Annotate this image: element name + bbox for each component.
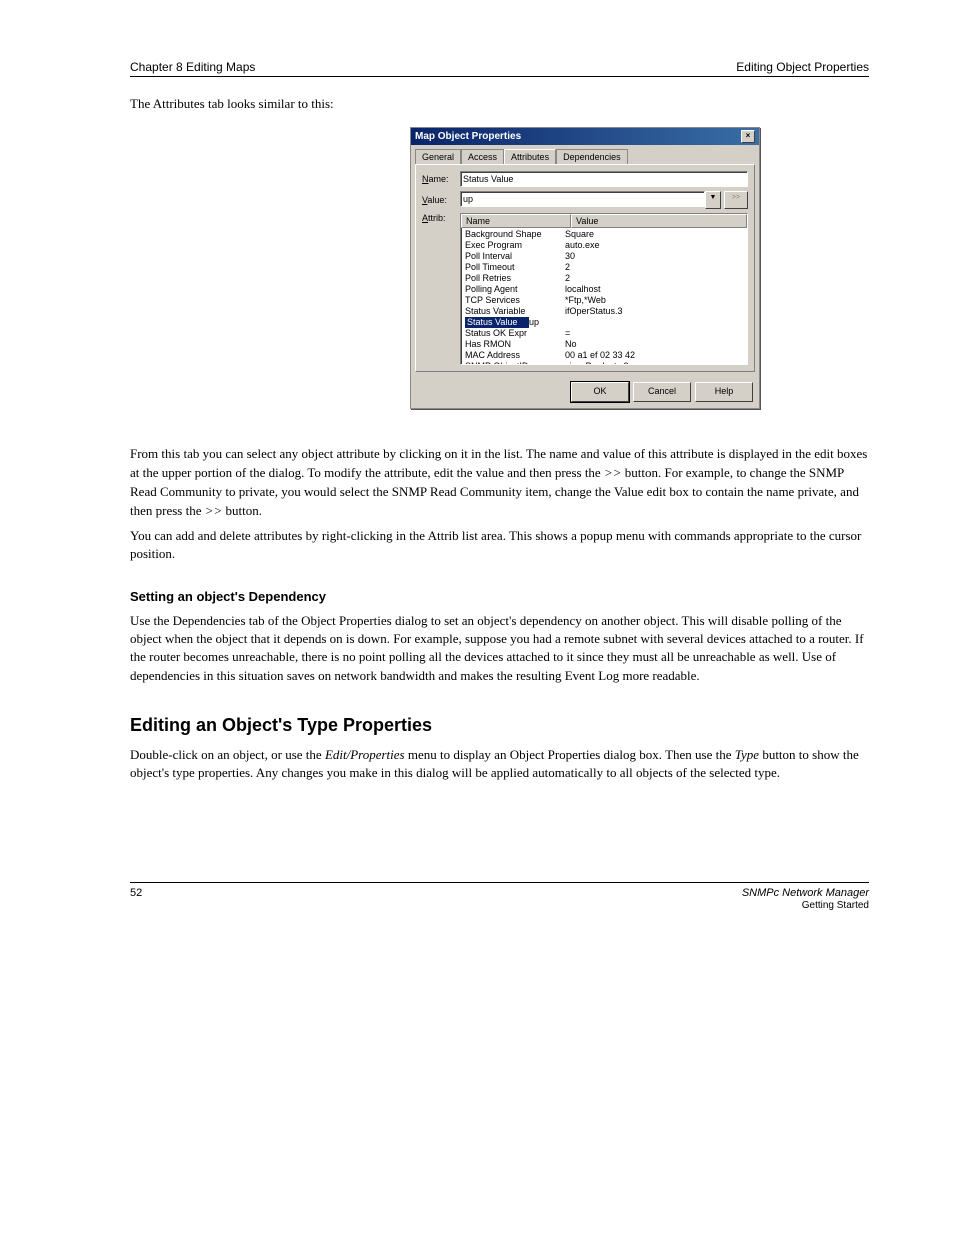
list-item-name: Has RMON xyxy=(465,339,565,350)
list-item-value: auto.exe xyxy=(565,240,743,251)
para1-c: button. xyxy=(222,503,262,518)
dialog-panel: Name: Status Value Value: up ▼ >> Attrib… xyxy=(415,164,755,372)
value-input[interactable]: up xyxy=(460,191,705,207)
page-footer: 52 SNMPc Network Manager Getting Started xyxy=(130,882,869,911)
btn-ref1: >> xyxy=(604,465,622,480)
sec-para-a: Double-click on an object, or use the xyxy=(130,747,325,762)
list-item[interactable]: Polling Agentlocalhost xyxy=(461,284,747,295)
list-item[interactable]: SNMP ObjectIDciscoProducts.3 xyxy=(461,361,747,365)
ok-button[interactable]: OK xyxy=(571,382,629,402)
list-item[interactable]: Status VariableifOperStatus.3 xyxy=(461,306,747,317)
list-item-name: Status Value xyxy=(465,317,529,328)
list-item[interactable]: Poll Timeout2 xyxy=(461,262,747,273)
list-item-value: No xyxy=(565,339,743,350)
close-icon[interactable]: × xyxy=(741,130,755,143)
menu-ref2: Type xyxy=(735,747,759,762)
apply-value-button[interactable]: >> xyxy=(724,191,748,209)
cancel-button[interactable]: Cancel xyxy=(633,382,691,402)
map-object-properties-dialog: Map Object Properties × General Access A… xyxy=(410,127,760,409)
dialog-titlebar[interactable]: Map Object Properties × xyxy=(411,128,759,145)
list-item-value: 00 a1 ef 02 33 42 xyxy=(565,350,743,361)
intro-text: The Attributes tab looks similar to this… xyxy=(130,95,869,113)
list-item[interactable]: MAC Address00 a1 ef 02 33 42 xyxy=(461,350,747,361)
tab-access[interactable]: Access xyxy=(461,149,504,164)
tab-general[interactable]: General xyxy=(415,149,461,164)
list-item-name: Background Shape xyxy=(465,229,565,240)
col-header-value[interactable]: Value xyxy=(571,214,747,228)
list-item-name: Poll Interval xyxy=(465,251,565,262)
tab-attributes[interactable]: Attributes xyxy=(504,149,556,164)
name-label: Name: xyxy=(422,174,460,184)
dialog-tabs: General Access Attributes Dependencies xyxy=(411,145,759,164)
list-item-value: *Ftp,*Web xyxy=(565,295,743,306)
list-item[interactable]: Has RMONNo xyxy=(461,339,747,350)
list-item[interactable]: Status Valueup xyxy=(461,317,747,328)
list-item-value: 2 xyxy=(565,262,743,273)
list-item-value: = xyxy=(565,328,743,339)
step-heading: Setting an object's Dependency xyxy=(130,589,869,604)
list-item-value: ifOperStatus.3 xyxy=(565,306,743,317)
list-item-name: Polling Agent xyxy=(465,284,565,295)
page-number: 52 xyxy=(130,887,142,911)
list-item-value: Square xyxy=(565,229,743,240)
dialog-title: Map Object Properties xyxy=(415,131,521,142)
value-label: Value: xyxy=(422,195,460,205)
list-item[interactable]: Exec Programauto.exe xyxy=(461,240,747,251)
list-item[interactable]: Poll Retries2 xyxy=(461,273,747,284)
sec-para-b: menu to display an Object Properties dia… xyxy=(405,747,735,762)
help-button[interactable]: Help xyxy=(695,382,753,402)
footer-sub: Getting Started xyxy=(802,900,869,911)
list-item-name: Exec Program xyxy=(465,240,565,251)
list-item[interactable]: TCP Services*Ftp,*Web xyxy=(461,295,747,306)
tab-dependencies[interactable]: Dependencies xyxy=(556,149,628,164)
list-item[interactable]: Poll Interval30 xyxy=(461,251,747,262)
list-item-value: 2 xyxy=(565,273,743,284)
list-item-name: Status Variable xyxy=(465,306,565,317)
footer-product: SNMPc Network Manager xyxy=(742,887,869,899)
header-right: Editing Object Properties xyxy=(736,60,869,74)
col-header-name[interactable]: Name xyxy=(461,214,571,228)
list-item-name: Status OK Expr xyxy=(465,328,565,339)
list-item-name: Poll Timeout xyxy=(465,262,565,273)
section-heading: Editing an Object's Type Properties xyxy=(130,715,869,736)
name-input[interactable]: Status Value xyxy=(460,171,748,187)
list-item-value: 30 xyxy=(565,251,743,262)
list-item-value: ciscoProducts.3 xyxy=(565,361,743,365)
chevron-down-icon[interactable]: ▼ xyxy=(705,191,721,209)
note-para: You can add and delete attributes by rig… xyxy=(130,527,869,563)
list-item-name: SNMP ObjectID xyxy=(465,361,565,365)
attrib-listbox[interactable]: Name Value Background ShapeSquareExec Pr… xyxy=(460,213,748,365)
list-item[interactable]: Status OK Expr= xyxy=(461,328,747,339)
list-item-value: localhost xyxy=(565,284,743,295)
btn-ref2: >> xyxy=(205,503,223,518)
list-item-name: TCP Services xyxy=(465,295,565,306)
list-item-name: Poll Retries xyxy=(465,273,565,284)
list-item-name: MAC Address xyxy=(465,350,565,361)
list-item-value: up xyxy=(529,317,743,328)
step-para: Use the Dependencies tab of the Object P… xyxy=(130,612,869,685)
menu-ref1: Edit/Properties xyxy=(325,747,405,762)
header-left: Chapter 8 Editing Maps xyxy=(130,60,255,74)
attrib-label: Attrib: xyxy=(422,213,460,365)
list-item[interactable]: Background ShapeSquare xyxy=(461,229,747,240)
